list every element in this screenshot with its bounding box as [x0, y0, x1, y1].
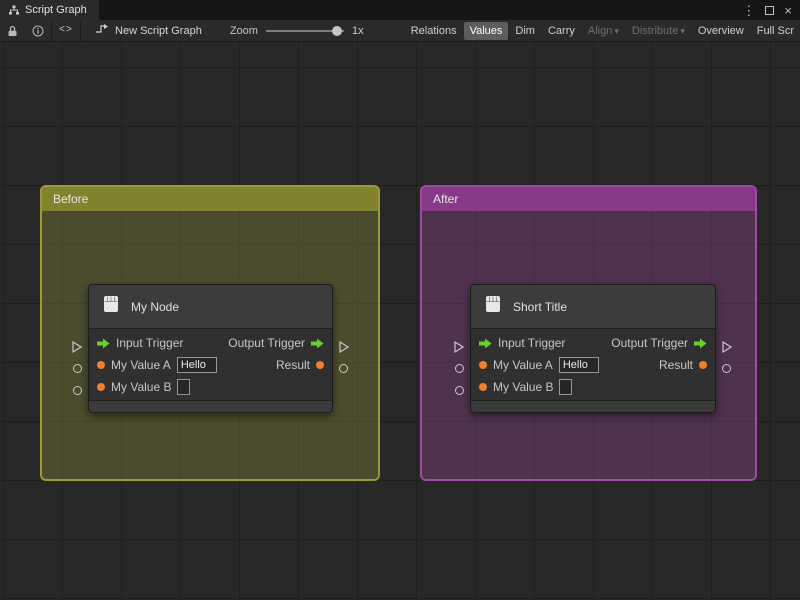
value-b-connector[interactable] — [455, 386, 464, 395]
port-row: My Value A Result — [89, 354, 332, 376]
tab-script-graph[interactable]: Script Graph — [0, 0, 99, 20]
value-b-input[interactable] — [559, 379, 573, 395]
result-port-icon[interactable] — [316, 361, 324, 369]
port-row: Input Trigger Output Trigger — [471, 332, 715, 354]
titlebar-controls: ⋮ × — [742, 0, 800, 20]
value-a-input[interactable] — [558, 357, 599, 373]
dim-button[interactable]: Dim — [509, 22, 541, 40]
value-a-port-icon[interactable] — [479, 361, 487, 369]
group-before-header[interactable]: Before — [42, 187, 378, 211]
output-trigger-connector[interactable] — [339, 340, 350, 358]
align-dropdown[interactable]: Align ▾ — [582, 22, 625, 40]
fullscreen-button[interactable]: Full Scr — [751, 22, 800, 40]
node-ports: Input Trigger Output Trigger My Value A — [89, 329, 332, 400]
result-connector[interactable] — [722, 364, 731, 373]
group-label: After — [433, 192, 459, 206]
port-row: Input Trigger Output Trigger — [89, 332, 332, 354]
chevron-down-icon: ▾ — [614, 25, 619, 36]
result-connector[interactable] — [339, 364, 348, 373]
group-after-header[interactable]: After — [422, 187, 755, 211]
node-my-node[interactable]: My Node Input Trigger Output Trigger My … — [72, 284, 350, 413]
node-header[interactable]: My Node — [89, 285, 332, 329]
overview-button[interactable]: Overview — [692, 22, 750, 40]
output-trigger-port-icon[interactable] — [311, 338, 324, 349]
graph-breadcrumb[interactable]: New Script Graph — [95, 24, 202, 37]
input-trigger-port-icon[interactable] — [479, 338, 492, 349]
zoom-value: 1x — [351, 24, 364, 37]
node-ports: Input Trigger Output Trigger My Value A — [471, 329, 715, 400]
value-a-connector[interactable] — [73, 364, 82, 373]
tab-title: Script Graph — [25, 4, 87, 16]
value-b-port-icon[interactable] — [479, 383, 487, 391]
value-b-input[interactable] — [177, 379, 191, 395]
node-short-title[interactable]: Short Title Input Trigger Output Trigger — [454, 284, 733, 413]
toolbar-buttons: Relations Values Dim Carry Align ▾ Distri… — [405, 21, 800, 40]
value-a-input[interactable] — [176, 357, 217, 373]
script-graph-icon — [8, 4, 20, 16]
titlebar: Script Graph ⋮ × — [0, 0, 800, 20]
input-trigger-port-icon[interactable] — [97, 338, 110, 349]
graph-breadcrumb-icon — [95, 24, 109, 37]
node-header[interactable]: Short Title — [471, 285, 715, 329]
input-trigger-connector[interactable] — [72, 340, 83, 358]
output-trigger-port-icon[interactable] — [694, 338, 707, 349]
unit-icon — [100, 293, 122, 320]
output-trigger-connector[interactable] — [722, 340, 733, 358]
lock-icon[interactable] — [0, 20, 25, 41]
port-row: My Value B — [89, 376, 332, 398]
value-b-connector[interactable] — [73, 386, 82, 395]
chevron-down-icon: ▾ — [680, 25, 685, 36]
node-title: My Node — [131, 299, 180, 314]
value-a-port-icon[interactable] — [97, 361, 105, 369]
node-footer — [471, 400, 715, 412]
script-graph-window: Script Graph ⋮ × <> New Script Graph Zoo… — [0, 0, 800, 600]
unit-icon — [482, 293, 504, 320]
zoom-slider[interactable] — [265, 25, 344, 37]
code-icon[interactable]: <> — [52, 20, 80, 41]
value-a-connector[interactable] — [455, 364, 464, 373]
values-button[interactable]: Values — [463, 21, 509, 40]
zoom-slider-handle[interactable] — [331, 25, 342, 36]
close-icon[interactable]: × — [784, 4, 792, 17]
graph-canvas[interactable]: Before After My Node Input Trigger Outpu… — [0, 42, 800, 600]
maximize-icon[interactable] — [765, 5, 775, 15]
carry-button[interactable]: Carry — [542, 22, 581, 40]
toolbar-divider — [80, 20, 82, 41]
result-port-icon[interactable] — [699, 361, 707, 369]
info-icon[interactable] — [25, 20, 51, 41]
value-b-port-icon[interactable] — [97, 383, 105, 391]
graph-toolbar: <> New Script Graph Zoom 1x Relations Va… — [0, 20, 800, 42]
relations-button[interactable]: Relations — [405, 22, 463, 40]
node-footer — [89, 400, 332, 412]
port-row: My Value A Result — [471, 354, 715, 376]
input-trigger-connector[interactable] — [454, 340, 465, 358]
zoom-label: Zoom — [229, 24, 258, 37]
distribute-dropdown[interactable]: Distribute ▾ — [626, 22, 691, 40]
zoom-control: Zoom 1x — [230, 25, 364, 37]
node-title: Short Title — [513, 299, 568, 314]
kebab-menu-icon[interactable]: ⋮ — [742, 4, 755, 17]
port-row: My Value B — [471, 376, 715, 398]
group-label: Before — [53, 192, 89, 206]
graph-name-label: New Script Graph — [115, 24, 202, 37]
